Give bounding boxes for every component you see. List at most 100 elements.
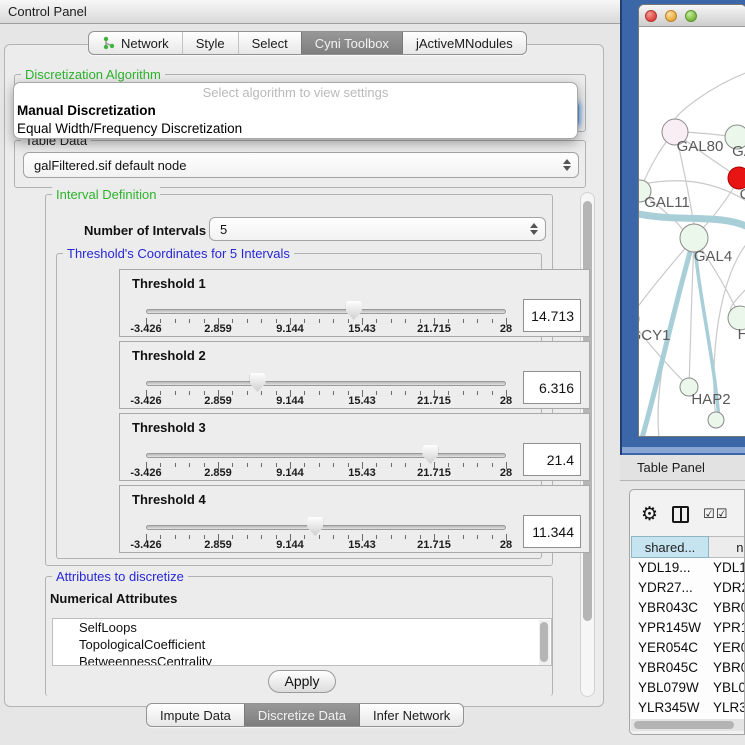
slider-thumb[interactable] <box>346 301 362 320</box>
network-node-unnamed[interactable] <box>708 412 724 428</box>
threshold-value-field[interactable] <box>523 371 581 404</box>
cell-name[interactable]: YBR0 <box>707 658 745 678</box>
option-equal-width-frequency[interactable]: Equal Width/Frequency Discretization <box>14 120 577 138</box>
threshold-value-field[interactable] <box>523 515 581 548</box>
tab-select[interactable]: Select <box>238 32 301 54</box>
column-header-shared-name[interactable]: shared... <box>631 536 709 558</box>
threshold-value-field[interactable] <box>523 299 581 332</box>
gear-icon[interactable]: ⚙ <box>641 505 658 524</box>
threshold-4-box: Threshold 4-3.4262.8599.14415.4321.71528 <box>119 485 590 553</box>
table-data-combobox[interactable]: galFiltered.sif default node <box>23 152 579 178</box>
cell-shared-name[interactable]: YPR145W <box>631 618 707 638</box>
tab-style[interactable]: Style <box>182 32 238 54</box>
discretization-algorithm-title: Discretization Algorithm <box>21 67 165 82</box>
cyni-mode-tabs: Impute Data Discretize Data Infer Networ… <box>146 703 464 727</box>
slider-tick-label: 15.43 <box>348 467 376 479</box>
attribute-list-item[interactable]: SelfLoops <box>53 619 551 636</box>
attribute-list-item[interactable]: TopologicalCoefficient <box>53 636 551 653</box>
table-row[interactable]: YPR145WYPR1 <box>631 618 745 638</box>
tab-jactivemnodules[interactable]: jActiveMNodules <box>402 32 526 54</box>
cell-shared-name[interactable]: YLR345W <box>631 698 707 718</box>
network-canvas[interactable]: GAL80GACGAL11GAL4GCY1HHAP2 <box>639 27 745 437</box>
slider-tick-label: 21.715 <box>417 323 451 335</box>
scrollbar-thumb[interactable] <box>634 721 734 729</box>
tab-cyni-toolbox[interactable]: Cyni Toolbox <box>301 32 402 54</box>
numerical-attributes-heading: Numerical Attributes <box>50 591 177 606</box>
slider-tick <box>304 319 305 323</box>
table-row[interactable]: YBR043CYBR0 <box>631 598 745 618</box>
cell-shared-name[interactable]: YER054C <box>631 638 707 658</box>
attributes-scrollbar[interactable] <box>539 620 550 666</box>
cell-name[interactable]: YLR3 <box>707 698 745 718</box>
slider-tick <box>376 535 377 539</box>
slider-track[interactable] <box>146 525 506 530</box>
cell-shared-name[interactable]: YDR27... <box>631 578 707 598</box>
slider-track[interactable] <box>146 381 506 386</box>
tab-infer-network[interactable]: Infer Network <box>359 704 463 726</box>
cell-shared-name[interactable]: YBR045C <box>631 658 707 678</box>
cell-name[interactable]: YER0 <box>707 638 745 658</box>
zoom-traffic-light-icon[interactable] <box>685 10 697 22</box>
threshold-label: Threshold 3 <box>132 420 206 435</box>
cell-shared-name[interactable]: YBL079W <box>631 678 707 698</box>
scrollbar-thumb[interactable] <box>583 201 592 621</box>
slider-track[interactable] <box>146 309 506 314</box>
column-header-name[interactable]: na <box>709 536 745 558</box>
table-row[interactable]: YBL079WYBL0 <box>631 678 745 698</box>
cell-name[interactable]: YBR0 <box>707 598 745 618</box>
slider-tick-label: -3.426 <box>130 467 161 479</box>
table-horizontal-scrollbar[interactable] <box>631 719 745 731</box>
slider-tick-label: 9.144 <box>276 467 304 479</box>
slider-tick <box>463 535 464 539</box>
tab-impute-data[interactable]: Impute Data <box>147 704 244 726</box>
cell-shared-name[interactable]: YDL19... <box>631 558 707 578</box>
slider-tick <box>261 463 262 467</box>
minimize-traffic-light-icon[interactable] <box>665 10 677 22</box>
network-node-label: C <box>740 186 745 203</box>
number-of-intervals-combobox[interactable]: 5 <box>209 217 546 241</box>
table-toolbar: ⚙ ☑☑ <box>630 495 744 533</box>
table-row[interactable]: YLR345WYLR3 <box>631 698 745 718</box>
cell-name[interactable]: YDR2 <box>707 578 745 598</box>
threshold-label: Threshold 2 <box>132 348 206 363</box>
slider-tick <box>391 391 392 395</box>
columns-icon[interactable] <box>672 506 689 523</box>
attributes-group-title: Attributes to discretize <box>52 569 188 584</box>
slider-thumb[interactable] <box>307 517 323 536</box>
table-row[interactable]: YDR27...YDR2 <box>631 578 745 598</box>
threshold-value-field[interactable] <box>523 443 581 476</box>
slider-tick <box>175 535 176 539</box>
table-data-selected: galFiltered.sif default node <box>34 158 186 173</box>
tab-network-label: Network <box>121 36 169 51</box>
table-row[interactable]: YBR045CYBR0 <box>631 658 745 678</box>
slider-track[interactable] <box>146 453 506 458</box>
tab-discretize-data[interactable]: Discretize Data <box>244 704 359 726</box>
slider-tick-label: 9.144 <box>276 539 304 551</box>
slider-tick-label: 21.715 <box>417 467 451 479</box>
cell-shared-name[interactable]: YBR043C <box>631 598 707 618</box>
option-manual-discretization[interactable]: Manual Discretization <box>14 102 577 120</box>
slider-tick <box>304 535 305 539</box>
cell-name[interactable]: YPR1 <box>707 618 745 638</box>
network-view-window: GAL80GACGAL11GAL4GCY1HHAP2 <box>638 4 745 437</box>
checkbox-icons[interactable]: ☑☑ <box>703 506 728 522</box>
tab-network[interactable]: Network <box>89 32 182 54</box>
slider-thumb[interactable] <box>422 445 438 464</box>
network-window-titlebar[interactable] <box>639 5 745 27</box>
cell-name[interactable]: YDL1 <box>707 558 745 578</box>
threshold-1-box: Threshold 1-3.4262.8599.14415.4321.71528 <box>119 269 590 337</box>
apply-button[interactable]: Apply <box>268 670 336 693</box>
close-traffic-light-icon[interactable] <box>645 10 657 22</box>
attribute-list-item[interactable]: BetweennessCentrality <box>53 653 551 666</box>
table-row[interactable]: YDL19...YDL1 <box>631 558 745 578</box>
control-panel-titlebar: Control Panel <box>0 0 620 24</box>
slider-tick-label: 2.859 <box>204 395 232 407</box>
slider-thumb[interactable] <box>250 373 266 392</box>
network-graph: GAL80GACGAL11GAL4GCY1HHAP2 <box>639 27 745 437</box>
table-row[interactable]: YER054CYER0 <box>631 638 745 658</box>
threshold-coordinates-group: Threshold's Coordinates for 5 Intervals … <box>56 253 542 559</box>
slider-tick <box>492 463 493 467</box>
slider-tick <box>376 319 377 323</box>
cell-name[interactable]: YBL0 <box>707 678 745 698</box>
scrollbar-thumb[interactable] <box>540 622 548 662</box>
